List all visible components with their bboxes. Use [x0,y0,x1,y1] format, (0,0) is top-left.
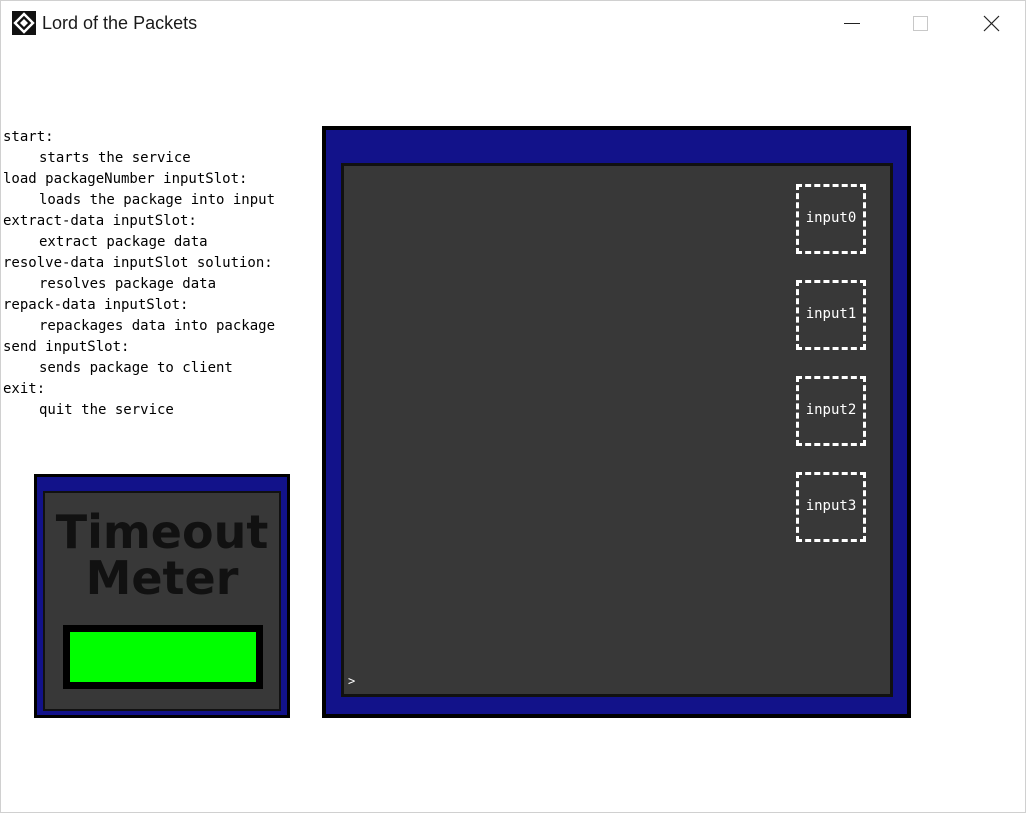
app-logo-icon [12,11,36,35]
command-name: send inputSlot: [3,339,130,355]
input-slot-label: input1 [805,306,857,322]
title-bar[interactable]: Lord of the Packets [1,1,1025,46]
timeout-meter-track [70,632,256,682]
command-name: extract-data inputSlot: [3,213,197,229]
timeout-meter-title-line1: Timeout [55,505,269,559]
timeout-meter-fill [70,632,256,682]
input-slot-label: input3 [805,498,857,514]
command-description: quit the service [39,402,174,418]
command-description: repackages data into package [39,318,276,334]
maximize-button[interactable] [897,1,943,46]
command-name: repack-data inputSlot: [3,297,189,313]
command-description: resolves package data [39,276,217,292]
command-help-list: start: starts the service load packageNumb… [3,127,275,421]
command-description: loads the package into input [39,192,276,208]
input-slot-2[interactable]: input2 [796,376,866,446]
window-title: Lord of the Packets [42,13,198,33]
command-description: extract package data [39,234,208,250]
terminal-frame: > input0 input1 input2 input3 [326,130,907,714]
command-name: exit: [3,381,46,397]
input-slot-3[interactable]: input3 [796,472,866,542]
timeout-meter-bar [63,625,263,689]
timeout-meter-panel: Timeout Meter [34,474,290,718]
minimize-button[interactable] [829,1,875,46]
input-slot-1[interactable]: input1 [796,280,866,350]
command-description: starts the service [39,150,191,166]
terminal-panel: > input0 input1 input2 input3 [322,126,911,718]
command-name: resolve-data inputSlot solution: [3,255,273,271]
command-name: load packageNumber inputSlot: [3,171,248,187]
timeout-meter-title-line2: Meter [85,551,239,605]
input-slot-0[interactable]: input0 [796,184,866,254]
input-slot-label: input0 [805,210,857,226]
timeout-meter-body: Timeout Meter [43,491,281,711]
timeout-meter-frame: Timeout Meter [37,477,287,715]
command-description: sends package to client [39,360,233,376]
terminal-prompt[interactable]: > [348,674,355,688]
timeout-meter-title: Timeout Meter [45,509,279,601]
close-button[interactable] [968,1,1014,46]
command-name: start: [3,129,54,145]
app-window: Lord of the Packets start: starts the ser… [0,0,1026,813]
input-slot-label: input2 [805,402,857,418]
terminal-screen[interactable]: > input0 input1 input2 input3 [341,163,893,697]
